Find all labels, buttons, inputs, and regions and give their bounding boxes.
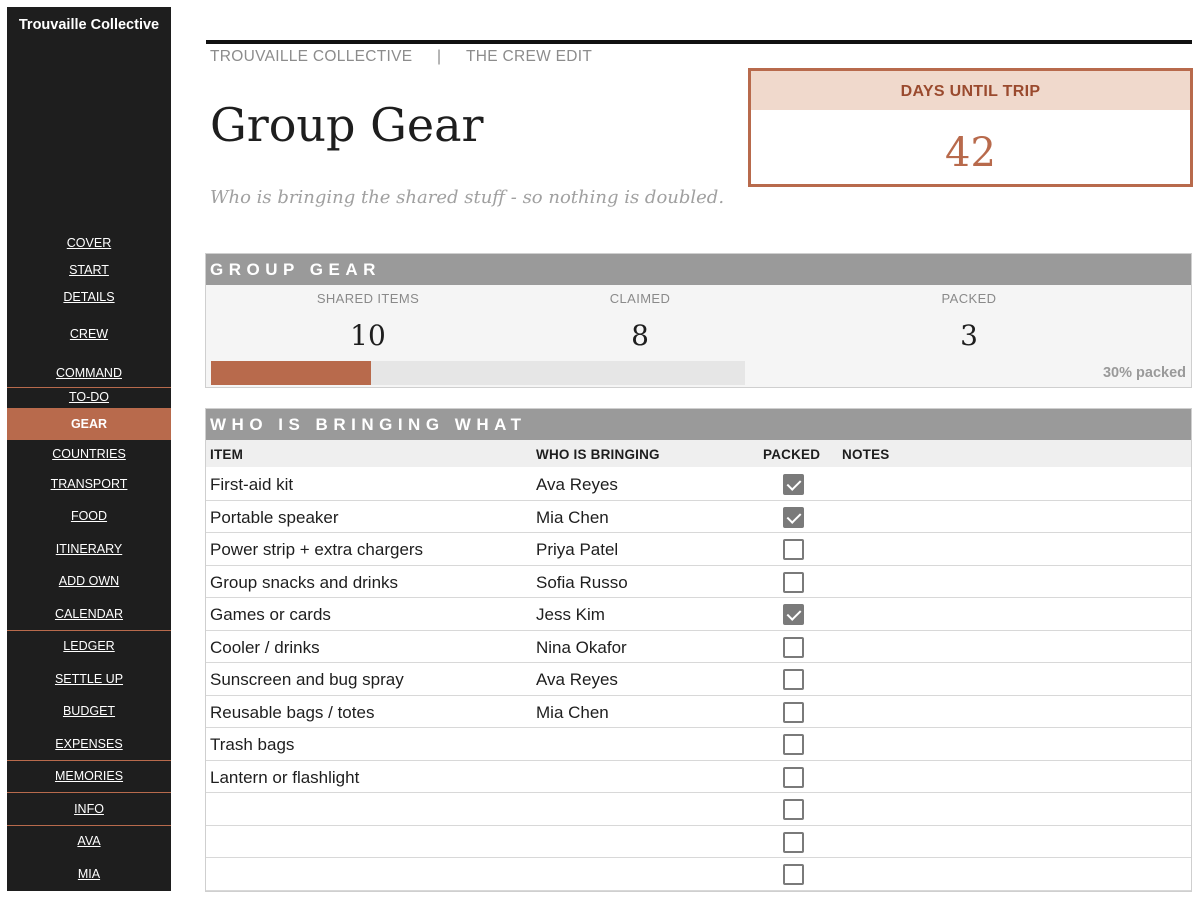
stat-label-packed: PACKED bbox=[941, 291, 997, 306]
who-cell[interactable]: Jess Kim bbox=[536, 605, 605, 625]
days-until-trip-value: 42 bbox=[945, 130, 996, 176]
page-title: Group Gear bbox=[210, 98, 484, 152]
item-cell[interactable]: Lantern or flashlight bbox=[210, 768, 359, 788]
nav-item-command[interactable]: COMMAND bbox=[7, 362, 171, 384]
packed-checkbox[interactable] bbox=[783, 831, 804, 853]
breadcrumb-item[interactable]: THE CREW EDIT bbox=[466, 48, 592, 66]
nav-item-mia[interactable]: MIA bbox=[7, 863, 171, 885]
stat-value-packed: 3 bbox=[960, 319, 978, 352]
sidebar: Trouvaille Collective COVER START DETAIL… bbox=[7, 7, 171, 891]
nav-item-add-own[interactable]: ADD OWN bbox=[7, 570, 171, 592]
who-cell[interactable]: Nina Okafor bbox=[536, 638, 627, 658]
packed-checkbox[interactable] bbox=[783, 669, 804, 690]
packed-percent-label: 30% packed bbox=[1102, 365, 1186, 381]
packed-progress-fill bbox=[211, 361, 372, 385]
days-until-trip-label: DAYS UNTIL TRIP bbox=[751, 71, 1190, 110]
nav-item-transport[interactable]: TRANSPORT bbox=[7, 473, 171, 495]
item-cell[interactable]: Power strip + extra chargers bbox=[210, 540, 423, 560]
table-row: Sunscreen and bug spray Ava Reyes bbox=[206, 663, 1191, 696]
nav-divider bbox=[7, 760, 171, 761]
table-row: Trash bags bbox=[206, 728, 1191, 761]
table-header-row: ITEM WHO IS BRINGING PACKED NOTES bbox=[206, 440, 1191, 467]
item-cell[interactable]: Sunscreen and bug spray bbox=[210, 670, 404, 690]
nav-item-memories[interactable]: MEMORIES bbox=[7, 765, 171, 787]
packed-checkbox[interactable] bbox=[783, 636, 804, 658]
item-cell[interactable]: Portable speaker bbox=[210, 508, 339, 528]
item-cell[interactable]: Games or cards bbox=[210, 605, 331, 625]
item-cell[interactable]: Reusable bags / totes bbox=[210, 703, 374, 723]
section-header: GROUP GEAR bbox=[206, 254, 1191, 285]
table-row bbox=[206, 825, 1191, 858]
nav-divider bbox=[7, 630, 171, 631]
packed-progress-bar bbox=[211, 361, 745, 385]
table-row: Portable speaker Mia Chen bbox=[206, 500, 1191, 533]
table-row: First-aid kit Ava Reyes bbox=[206, 468, 1191, 501]
who-cell[interactable]: Ava Reyes bbox=[536, 475, 618, 495]
nav-item-start[interactable]: START bbox=[7, 259, 171, 281]
nav-item-budget[interactable]: BUDGET bbox=[7, 700, 171, 722]
top-rule bbox=[206, 40, 1192, 44]
column-header-item: ITEM bbox=[210, 447, 244, 462]
nav-item-ledger[interactable]: LEDGER bbox=[7, 635, 171, 657]
table-row: Power strip + extra chargers Priya Patel bbox=[206, 533, 1191, 566]
breadcrumb-item[interactable]: TROUVAILLE COLLECTIVE bbox=[210, 48, 412, 66]
item-cell[interactable]: Group snacks and drinks bbox=[210, 573, 398, 593]
column-header-packed: PACKED bbox=[763, 447, 821, 462]
table-row bbox=[206, 793, 1191, 826]
item-cell[interactable]: Trash bags bbox=[210, 735, 294, 755]
stat-value-shared-items: 10 bbox=[350, 319, 386, 352]
item-cell[interactable]: First-aid kit bbox=[210, 475, 293, 495]
nav-divider bbox=[7, 825, 171, 826]
nav-item-food[interactable]: FOOD bbox=[7, 505, 171, 527]
nav-item-info[interactable]: INFO bbox=[7, 798, 171, 820]
stat-label-claimed: CLAIMED bbox=[609, 291, 671, 306]
who-is-bringing-table: WHO IS BRINGING WHAT ITEM WHO IS BRINGIN… bbox=[205, 408, 1192, 892]
brand-name: Trouvaille Collective bbox=[18, 17, 160, 33]
nav-item-calendar[interactable]: CALENDAR bbox=[7, 603, 171, 625]
breadcrumb-separator: | bbox=[437, 48, 442, 65]
packed-checkbox[interactable] bbox=[783, 571, 804, 593]
nav-divider bbox=[7, 792, 171, 793]
nav-item-cover[interactable]: COVER bbox=[7, 232, 171, 254]
table-row: Group snacks and drinks Sofia Russo bbox=[206, 565, 1191, 598]
nav-item-itinerary[interactable]: ITINERARY bbox=[7, 538, 171, 560]
table-row: Cooler / drinks Nina Okafor bbox=[206, 630, 1191, 663]
item-cell[interactable]: Cooler / drinks bbox=[210, 638, 320, 658]
group-gear-summary: GROUP GEAR SHARED ITEMS 10 CLAIMED 8 PAC… bbox=[205, 253, 1192, 388]
section-header: WHO IS BRINGING WHAT bbox=[206, 409, 1191, 440]
days-until-trip-card: DAYS UNTIL TRIP 42 bbox=[748, 68, 1193, 187]
who-cell[interactable]: Mia Chen bbox=[536, 508, 609, 528]
packed-checkbox[interactable] bbox=[783, 766, 804, 788]
table-row: Games or cards Jess Kim bbox=[206, 598, 1191, 631]
nav-item-settle-up[interactable]: SETTLE UP bbox=[7, 668, 171, 690]
packed-checkbox[interactable] bbox=[783, 474, 804, 495]
nav-item-crew[interactable]: CREW bbox=[7, 323, 171, 345]
stat-value-claimed: 8 bbox=[631, 319, 649, 352]
nav-item-gear[interactable]: GEAR bbox=[7, 408, 171, 440]
packed-checkbox[interactable] bbox=[783, 864, 804, 885]
who-cell[interactable]: Mia Chen bbox=[536, 703, 609, 723]
nav-item-details[interactable]: DETAILS bbox=[7, 286, 171, 308]
table-row: Lantern or flashlight bbox=[206, 760, 1191, 793]
table-row bbox=[206, 858, 1191, 891]
packed-checkbox[interactable] bbox=[783, 506, 804, 528]
packed-checkbox[interactable] bbox=[783, 799, 804, 820]
nav-item-expenses[interactable]: EXPENSES bbox=[7, 733, 171, 755]
nav-item-countries[interactable]: COUNTRIES bbox=[7, 443, 171, 465]
page-subtitle: Who is bringing the shared stuff - so no… bbox=[210, 187, 725, 208]
column-header-notes: NOTES bbox=[842, 447, 890, 462]
packed-checkbox[interactable] bbox=[783, 701, 804, 723]
packed-checkbox[interactable] bbox=[783, 604, 804, 625]
packed-checkbox[interactable] bbox=[783, 734, 804, 755]
who-cell[interactable]: Sofia Russo bbox=[536, 573, 628, 593]
column-header-who: WHO IS BRINGING bbox=[536, 447, 660, 462]
table-row: Reusable bags / totes Mia Chen bbox=[206, 695, 1191, 728]
nav-item-ava[interactable]: AVA bbox=[7, 830, 171, 852]
packed-checkbox[interactable] bbox=[783, 539, 804, 560]
nav-item-to-do[interactable]: TO-DO bbox=[7, 386, 171, 408]
breadcrumb: TROUVAILLE COLLECTIVE | THE CREW EDIT bbox=[210, 48, 592, 66]
who-cell[interactable]: Priya Patel bbox=[536, 540, 618, 560]
who-cell[interactable]: Ava Reyes bbox=[536, 670, 618, 690]
stat-label-shared-items: SHARED ITEMS bbox=[316, 291, 420, 306]
